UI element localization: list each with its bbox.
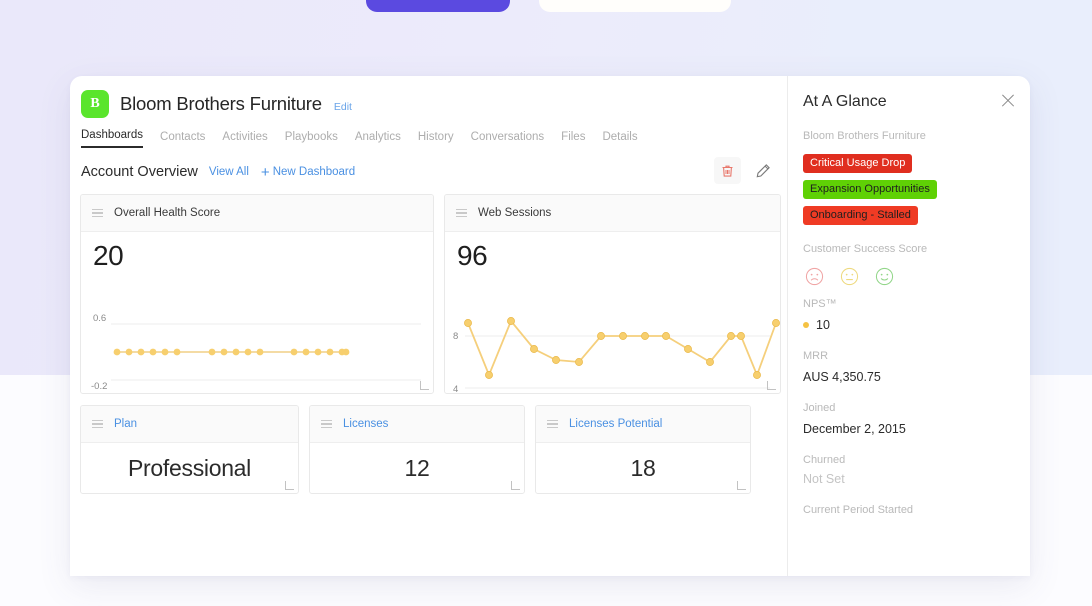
plan-value: Professional	[128, 455, 251, 482]
widget-body: 96 8 4 0 Feb 19 Feb 27 Ma	[445, 232, 780, 272]
dashboard-actions	[714, 157, 776, 184]
widget-overall-health-score[interactable]: Overall Health Score 20 0.6 -0.2 -1.0	[80, 194, 434, 394]
health-score-value: 20	[81, 232, 433, 272]
pencil-icon	[755, 163, 771, 179]
svg-text:0.6: 0.6	[93, 313, 106, 324]
widget-body: Professional	[81, 443, 298, 494]
edit-account-link[interactable]: Edit	[334, 96, 352, 113]
joined-label: Joined	[788, 402, 1030, 414]
web-sessions-chart: 8 4 0 Feb 19 Feb 27 Mar 7 Mar 15	[445, 276, 780, 394]
widget-grid: Overall Health Score 20 0.6 -0.2 -1.0	[70, 180, 787, 494]
new-dashboard-button[interactable]: + New Dashboard	[261, 165, 355, 180]
widget-web-sessions[interactable]: Web Sessions 96 8 4 0 F	[444, 194, 781, 394]
tab-playbooks[interactable]: Playbooks	[285, 131, 338, 148]
joined-value: December 2, 2015	[788, 422, 1030, 436]
widget-body: 20 0.6 -0.2 -1.0 Feb 19 Feb 27	[81, 232, 433, 272]
web-sessions-value: 96	[445, 232, 780, 272]
trash-icon	[721, 164, 734, 178]
delete-dashboard-button[interactable]	[714, 157, 741, 184]
customer-success-score-selector	[788, 255, 1030, 286]
tab-bar: Dashboards Contacts Activities Playbooks…	[70, 118, 787, 148]
drag-handle-icon[interactable]	[92, 420, 103, 429]
top-primary-button[interactable]	[366, 0, 510, 12]
nps-value: 10	[816, 318, 830, 332]
widget-body: 18	[536, 443, 750, 494]
at-a-glance-header: At A Glance	[788, 76, 1030, 111]
widget-header: Overall Health Score	[81, 195, 433, 232]
widget-header: Licenses	[310, 406, 524, 443]
status-badge-critical-usage-drop[interactable]: Critical Usage Drop	[803, 154, 912, 173]
tab-history[interactable]: History	[418, 131, 454, 148]
at-a-glance-panel: At A Glance Bloom Brothers Furniture Cri…	[787, 76, 1030, 576]
current-period-started-label: Current Period Started	[788, 504, 1030, 516]
tab-dashboards[interactable]: Dashboards	[81, 129, 143, 148]
svg-text:4: 4	[453, 384, 458, 394]
svg-text:-0.2: -0.2	[91, 381, 107, 392]
resize-handle[interactable]	[737, 481, 746, 490]
view-all-link[interactable]: View All	[209, 166, 249, 178]
nps-row: 10	[788, 318, 1030, 332]
sad-face-icon[interactable]	[805, 267, 824, 286]
overview-title: Account Overview	[81, 164, 198, 180]
widget-title: Overall Health Score	[114, 207, 220, 219]
close-icon[interactable]	[1000, 93, 1016, 109]
nps-status-dot	[803, 322, 809, 328]
overview-toolbar: Account Overview View All + New Dashboar…	[70, 148, 787, 180]
resize-handle[interactable]	[511, 481, 520, 490]
widget-title: Web Sessions	[478, 207, 551, 219]
drag-handle-icon[interactable]	[92, 209, 103, 218]
widget-title[interactable]: Licenses Potential	[569, 418, 662, 430]
widget-body: 12	[310, 443, 524, 494]
widget-title[interactable]: Plan	[114, 418, 137, 430]
widget-licenses[interactable]: Licenses 12	[309, 405, 525, 494]
widget-row-charts: Overall Health Score 20 0.6 -0.2 -1.0	[80, 194, 787, 394]
main-content-column: B Bloom Brothers Furniture Edit Dashboar…	[70, 76, 787, 576]
tab-contacts[interactable]: Contacts	[160, 131, 205, 148]
mrr-label: MRR	[788, 350, 1030, 362]
tab-details[interactable]: Details	[602, 131, 637, 148]
health-score-chart: 0.6 -0.2 -1.0 Feb 19 Feb 27 Mar 7 Mar 15	[81, 276, 433, 394]
mrr-value: AUS 4,350.75	[788, 370, 1030, 384]
svg-text:8: 8	[453, 331, 458, 342]
edit-dashboard-button[interactable]	[749, 157, 776, 184]
neutral-face-icon[interactable]	[840, 267, 859, 286]
account-header: B Bloom Brothers Furniture Edit	[70, 76, 787, 118]
new-dashboard-label: New Dashboard	[273, 166, 355, 178]
top-secondary-button[interactable]	[539, 0, 731, 12]
widget-plan[interactable]: Plan Professional	[80, 405, 299, 494]
plus-icon: +	[261, 165, 270, 180]
widget-header: Plan	[81, 406, 298, 443]
customer-success-score-label: Customer Success Score	[788, 243, 1030, 255]
nps-label: NPS™	[788, 298, 1030, 310]
drag-handle-icon[interactable]	[321, 420, 332, 429]
churned-value: Not Set	[788, 472, 1030, 486]
status-badge-expansion-opportunities[interactable]: Expansion Opportunities	[803, 180, 937, 199]
churned-label: Churned	[788, 454, 1030, 466]
at-a-glance-title: At A Glance	[803, 93, 887, 111]
status-badge-onboarding-stalled[interactable]: Onboarding - Stalled	[803, 206, 918, 225]
resize-handle[interactable]	[767, 381, 776, 390]
drag-handle-icon[interactable]	[547, 420, 558, 429]
avatar: B	[81, 90, 109, 118]
widget-row-kpis: Plan Professional Licenses 12	[80, 405, 787, 494]
resize-handle[interactable]	[420, 381, 429, 390]
licenses-value: 12	[405, 455, 430, 482]
tab-files[interactable]: Files	[561, 131, 585, 148]
page-title: Bloom Brothers Furniture	[120, 93, 322, 115]
tab-conversations[interactable]: Conversations	[471, 131, 545, 148]
status-badge-list: Critical Usage Drop Expansion Opportunit…	[788, 142, 1030, 225]
widget-licenses-potential[interactable]: Licenses Potential 18	[535, 405, 751, 494]
glance-account-name: Bloom Brothers Furniture	[788, 111, 1030, 142]
resize-handle[interactable]	[285, 481, 294, 490]
tab-activities[interactable]: Activities	[222, 131, 267, 148]
happy-face-icon[interactable]	[875, 267, 894, 286]
licenses-potential-value: 18	[631, 455, 656, 482]
tab-analytics[interactable]: Analytics	[355, 131, 401, 148]
widget-header: Licenses Potential	[536, 406, 750, 443]
widget-title[interactable]: Licenses	[343, 418, 388, 430]
drag-handle-icon[interactable]	[456, 209, 467, 218]
account-panel: B Bloom Brothers Furniture Edit Dashboar…	[70, 76, 1030, 576]
widget-header: Web Sessions	[445, 195, 780, 232]
